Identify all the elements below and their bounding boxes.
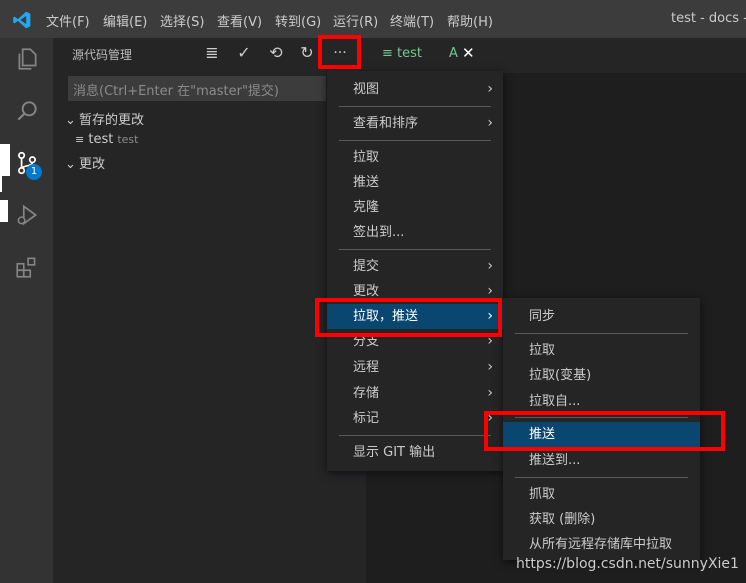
activity-bar: 1	[0, 38, 53, 583]
menu-item-pull-from-all-remotes[interactable]: 从所有远程存储库中拉取	[503, 532, 700, 557]
menu-edit[interactable]: 编辑(E)	[103, 11, 147, 30]
background-fragment	[0, 200, 8, 222]
menu-item-push[interactable]: 推送	[327, 170, 503, 195]
menu-item-view-and-sort[interactable]: 查看和排序 ›	[327, 111, 503, 136]
menu-item-remote[interactable]: 远程 ›	[327, 355, 503, 380]
run-debug-icon[interactable]	[14, 202, 40, 228]
menu-separator	[515, 477, 688, 478]
refresh-icon[interactable]: ↻	[296, 42, 318, 64]
panel-title: 源代码管理	[72, 48, 133, 62]
vscode-logo-icon	[13, 11, 31, 29]
group-label: 更改	[79, 157, 106, 172]
menu-item-fetch[interactable]: 抓取	[503, 482, 700, 507]
menu-item-commit[interactable]: 提交 ›	[327, 254, 503, 279]
highlight-push	[484, 411, 725, 451]
menu-item-sync[interactable]: 同步	[503, 304, 700, 329]
changes-group[interactable]: ⌄ 更改	[65, 153, 105, 172]
explorer-icon[interactable]	[14, 46, 40, 72]
file-lines-icon: ≡	[382, 46, 398, 61]
menu-separator	[339, 249, 491, 250]
view-as-tree-icon[interactable]: ≣	[201, 42, 223, 64]
history-icon[interactable]: ⟲	[265, 42, 287, 64]
menu-view[interactable]: 查看(V)	[217, 11, 262, 30]
menu-terminal[interactable]: 终端(T)	[390, 11, 434, 30]
extensions-icon[interactable]	[14, 254, 40, 280]
menu-item-view[interactable]: 视图 ›	[327, 77, 503, 102]
close-icon[interactable]: ✕	[462, 44, 475, 62]
window-title: test - docs - Vi	[671, 11, 746, 26]
group-label: 暂存的更改	[79, 113, 145, 128]
menu-separator	[339, 106, 491, 107]
menu-item-label: 标记	[353, 411, 380, 426]
menu-item-pull[interactable]: 拉取	[327, 145, 503, 170]
chevron-right-icon: ›	[487, 115, 493, 131]
chevron-down-icon: ⌄	[65, 157, 76, 172]
menu-item-show-git-output[interactable]: 显示 GIT 输出	[327, 440, 503, 465]
chevron-right-icon: ›	[487, 258, 493, 274]
highlight-more-actions	[318, 35, 361, 69]
menu-item-checkout[interactable]: 签出到...	[327, 220, 503, 245]
menu-item-push-to[interactable]: 推送到...	[503, 448, 700, 473]
staged-file-row[interactable]: ≡ test test	[75, 132, 138, 147]
chevron-right-icon: ›	[487, 81, 493, 97]
menu-item-pull-rebase[interactable]: 拉取(变基)	[503, 363, 700, 388]
menu-selection[interactable]: 选择(S)	[160, 11, 204, 30]
tab-a[interactable]: A	[449, 46, 458, 61]
scm-badge: 1	[26, 164, 42, 180]
commit-message-input[interactable]: 消息(Ctrl+Enter 在"master"提交)	[68, 76, 326, 101]
highlight-pull-push	[315, 298, 502, 337]
menu-item-label: 存储	[353, 386, 380, 401]
more-actions-menu: 视图 › 查看和排序 › 拉取 推送 克隆 签出到... 提交 › 更改 › 拉取，推送…	[327, 71, 503, 471]
menu-item-label: 查看和排序	[353, 116, 419, 131]
title-bar: 文件(F) 编辑(E) 选择(S) 查看(V) 转到(G) 运行(R) 终端(T…	[0, 0, 746, 38]
menu-separator	[339, 140, 491, 141]
menu-item-fetch-prune[interactable]: 获取 (删除)	[503, 507, 700, 532]
menu-separator	[515, 333, 688, 334]
background-fragment	[0, 144, 10, 176]
menu-item-pull[interactable]: 拉取	[503, 338, 700, 363]
menu-file[interactable]: 文件(F)	[46, 11, 90, 30]
menu-item-label: 提交	[353, 259, 380, 274]
menu-item-label: 视图	[353, 82, 380, 97]
chevron-right-icon: ›	[487, 359, 493, 375]
file-lines-icon: ≡	[75, 133, 85, 146]
staged-changes-group[interactable]: ⌄ 暂存的更改	[65, 109, 144, 128]
file-path: test	[117, 133, 139, 146]
file-name: test	[88, 132, 114, 147]
menu-run[interactable]: 运行(R)	[333, 11, 378, 30]
menu-go[interactable]: 转到(G)	[275, 11, 321, 30]
watermark-text: https://blog.csdn.net/sunnyXie1	[516, 556, 739, 572]
menu-item-clone[interactable]: 克隆	[327, 195, 503, 220]
search-icon[interactable]	[14, 98, 40, 124]
commit-check-icon[interactable]: ✓	[233, 42, 255, 64]
tab-test[interactable]: ≡ test	[382, 46, 422, 61]
menu-item-tags[interactable]: 标记 ›	[327, 406, 503, 431]
menu-help[interactable]: 帮助(H)	[447, 11, 493, 30]
menu-item-stash[interactable]: 存储 ›	[327, 381, 503, 406]
tab-label: test	[397, 46, 422, 61]
menu-separator	[339, 435, 491, 436]
menu-item-label: 更改	[353, 284, 380, 299]
editor-tab-bar: ≡ test A ✕	[366, 38, 746, 73]
chevron-down-icon: ⌄	[65, 113, 76, 128]
chevron-right-icon: ›	[487, 385, 493, 401]
menu-item-label: 远程	[353, 360, 380, 375]
